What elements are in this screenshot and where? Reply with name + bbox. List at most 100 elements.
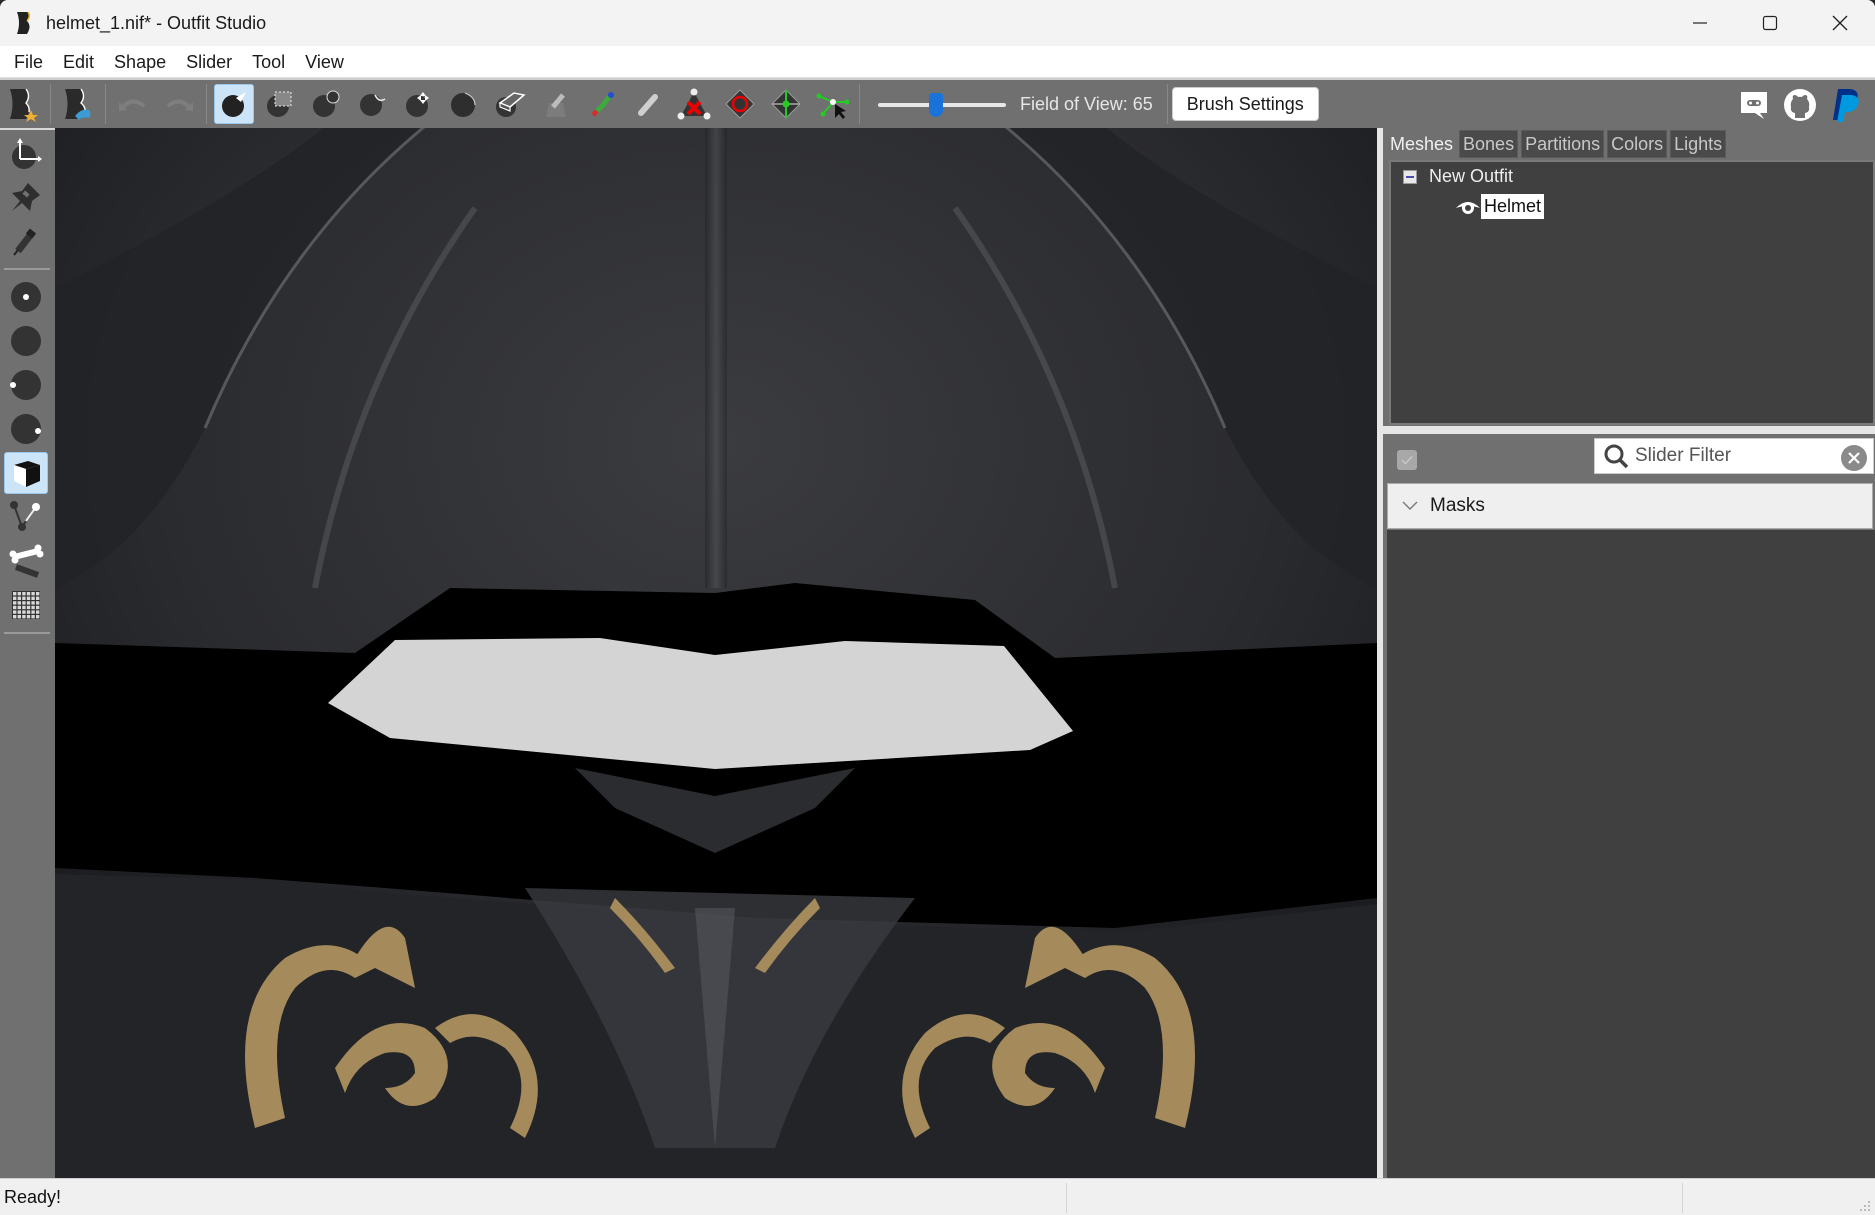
- move-vertex-button[interactable]: [812, 84, 852, 124]
- color-brush-button[interactable]: [582, 84, 622, 124]
- deflate-brush-button[interactable]: [352, 84, 392, 124]
- body-armor-icon: [65, 88, 91, 120]
- status-text: Ready!: [4, 1187, 62, 1207]
- smooth-brush-button[interactable]: [444, 84, 484, 124]
- mask-select-icon: [267, 91, 292, 117]
- tab-lights[interactable]: Lights: [1670, 130, 1727, 158]
- paypal-icon: [1833, 89, 1859, 122]
- menu-view[interactable]: View: [295, 46, 354, 78]
- load-reference-button[interactable]: [3, 84, 43, 124]
- vertex-edit-tool-button[interactable]: [4, 220, 48, 262]
- panel-horizontal-splitter[interactable]: [1383, 426, 1875, 434]
- maximize-button[interactable]: [1735, 0, 1805, 46]
- clear-filter-button[interactable]: [1841, 445, 1867, 471]
- collapse-toggle-icon[interactable]: [1403, 169, 1417, 184]
- close-icon: [1832, 15, 1848, 31]
- tab-colors[interactable]: Colors: [1607, 130, 1668, 158]
- show-bones-button[interactable]: [4, 540, 48, 582]
- undo-icon: [119, 99, 146, 111]
- cube-icon: [14, 461, 40, 487]
- brush-settings-button[interactable]: Brush Settings: [1171, 87, 1319, 121]
- bones-icon: [9, 544, 44, 578]
- view-back-icon: [11, 326, 41, 356]
- weight-brush-button[interactable]: [536, 84, 576, 124]
- menu-file[interactable]: File: [4, 46, 53, 78]
- tab-partitions[interactable]: Partitions: [1521, 130, 1605, 158]
- social-links: [1731, 85, 1869, 125]
- fov-slider[interactable]: [878, 84, 1006, 124]
- fov-slider-thumb[interactable]: [929, 93, 943, 117]
- tab-meshes[interactable]: Meshes: [1387, 130, 1457, 158]
- slider-filter-input[interactable]: [1635, 445, 1835, 467]
- collapse-vertex-button[interactable]: [674, 84, 714, 124]
- inflate-brush-button[interactable]: [306, 84, 346, 124]
- 3d-viewport[interactable]: [55, 128, 1377, 1178]
- pivot-tool-button[interactable]: [4, 176, 48, 218]
- maximize-icon: [1762, 15, 1778, 31]
- menu-shape[interactable]: Shape: [104, 46, 176, 78]
- slider-list: [1387, 530, 1875, 1178]
- eye-visible-icon[interactable]: [1455, 198, 1481, 216]
- load-outfit-button[interactable]: [58, 84, 98, 124]
- fov-label: Field of View: 65: [1020, 93, 1153, 114]
- window-controls: [1665, 0, 1875, 46]
- minimize-button[interactable]: [1665, 0, 1735, 46]
- slider-filter-field[interactable]: [1594, 438, 1874, 474]
- inflate-icon: [313, 90, 340, 117]
- window-title: helmet_1.nif* - Outfit Studio: [46, 12, 267, 33]
- tree-item-label: Helmet: [1481, 194, 1545, 219]
- move-brush-button[interactable]: [398, 84, 438, 124]
- view-front-icon: [11, 282, 41, 312]
- mask-select-button[interactable]: [260, 84, 300, 124]
- paypal-button[interactable]: [1826, 85, 1866, 125]
- view-front-button[interactable]: [4, 276, 48, 318]
- wireframe-button[interactable]: [4, 584, 48, 626]
- transform-tool-button[interactable]: [4, 132, 48, 174]
- deflate-icon: [360, 94, 386, 116]
- minimize-icon: [1693, 22, 1707, 24]
- helmet-render: [55, 128, 1377, 1178]
- show-vertices-button[interactable]: [4, 496, 48, 538]
- slider-filter-row: [1387, 434, 1875, 482]
- menu-slider[interactable]: Slider: [176, 46, 242, 78]
- app-logo-icon: [17, 11, 31, 34]
- left-toolbar: [0, 128, 55, 1178]
- view-left-icon: [10, 370, 41, 400]
- title-bar: helmet_1.nif* - Outfit Studio: [0, 0, 1875, 46]
- move-icon: [406, 92, 429, 117]
- github-button[interactable]: [1780, 85, 1820, 125]
- menu-edit[interactable]: Edit: [53, 46, 104, 78]
- split-edge-button[interactable]: [766, 84, 806, 124]
- pencil-icon: [13, 228, 37, 256]
- discord-button[interactable]: [1734, 85, 1774, 125]
- select-all-sliders-checkbox[interactable]: [1397, 450, 1417, 470]
- status-divider: [1682, 1183, 1683, 1213]
- undiff-brush-button[interactable]: [490, 84, 530, 124]
- tree-item-helmet[interactable]: Helmet: [1455, 194, 1545, 219]
- status-bar: Ready!: [0, 1178, 1875, 1215]
- toolbar-separator: [50, 84, 51, 124]
- search-icon: [1604, 444, 1629, 469]
- close-button[interactable]: [1805, 0, 1875, 46]
- view-right-button[interactable]: [4, 408, 48, 450]
- color-paint-icon: [591, 92, 614, 117]
- menu-tool[interactable]: Tool: [242, 46, 295, 78]
- pivot-pin-icon: [12, 183, 40, 211]
- redo-button[interactable]: [159, 84, 199, 124]
- masks-section-header[interactable]: Masks: [1387, 483, 1873, 529]
- main-toolbar: Field of View: 65 Brush Settings: [0, 78, 1875, 128]
- tab-bones[interactable]: Bones: [1459, 130, 1519, 158]
- flip-edge-button[interactable]: [720, 84, 760, 124]
- undo-button[interactable]: [113, 84, 153, 124]
- view-back-button[interactable]: [4, 320, 48, 362]
- resize-grip-icon[interactable]: [1859, 1200, 1871, 1212]
- alpha-brush-button[interactable]: [628, 84, 668, 124]
- checkmark-icon: [1401, 455, 1413, 465]
- perspective-view-button[interactable]: [4, 452, 48, 494]
- github-icon: [1784, 89, 1816, 121]
- tree-root-row[interactable]: New Outfit: [1403, 166, 1513, 187]
- select-brush-button[interactable]: [214, 84, 254, 124]
- masks-label: Masks: [1430, 495, 1485, 516]
- left-toolbar-separator: [4, 632, 50, 634]
- view-left-button[interactable]: [4, 364, 48, 406]
